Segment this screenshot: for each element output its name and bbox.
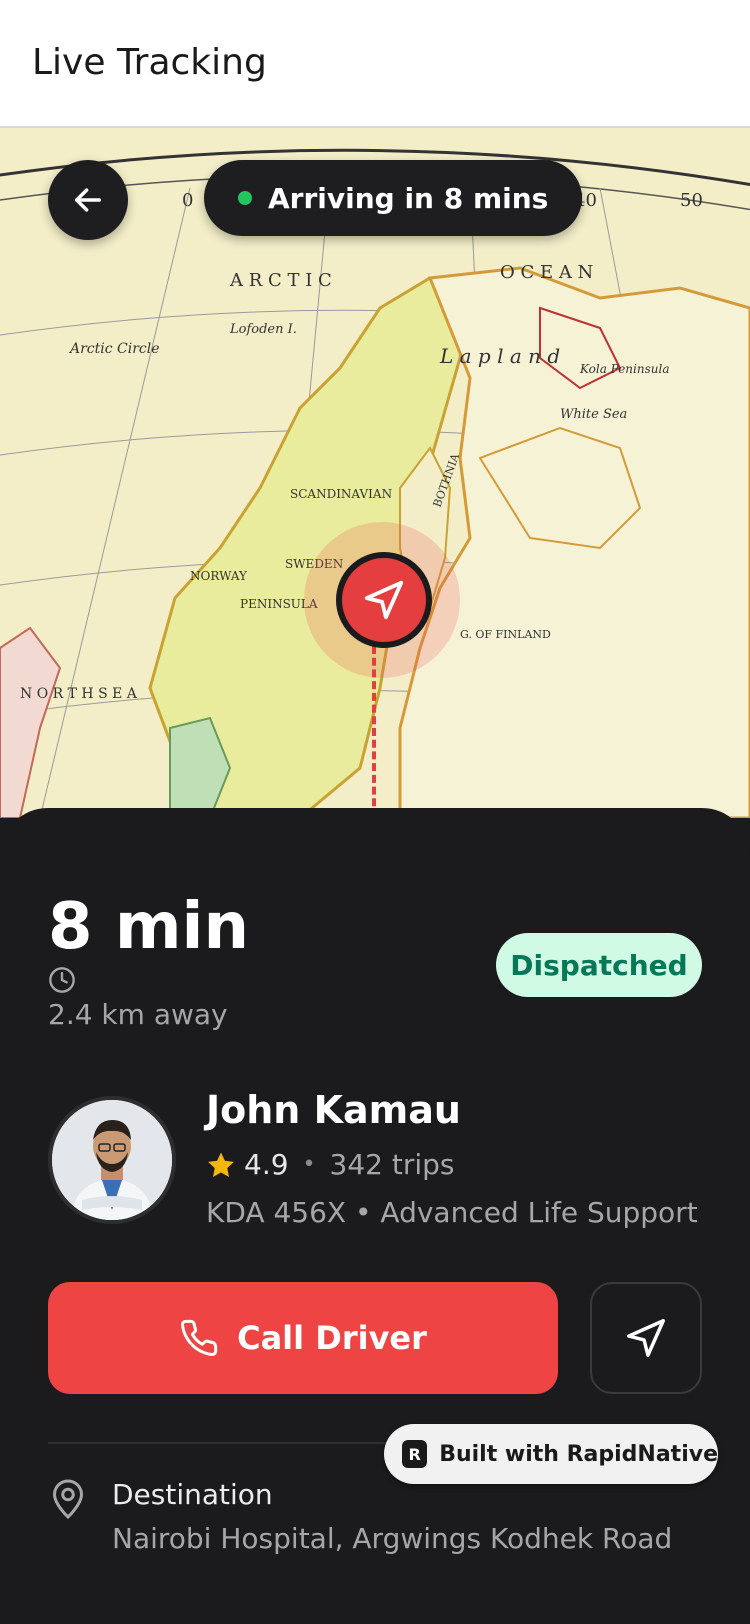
map-tick-50: 50 xyxy=(680,190,703,211)
call-driver-label: Call Driver xyxy=(237,1319,427,1357)
map-label-kola: Kola Peninsula xyxy=(579,362,669,376)
driver-rating-row: 4.9 • 342 trips xyxy=(206,1148,455,1181)
ambulance-marker[interactable] xyxy=(336,552,432,648)
map-tick-0: 0 xyxy=(182,190,193,211)
navigation-arrow-icon xyxy=(627,1319,665,1357)
navigation-arrow-icon xyxy=(364,580,404,620)
driver-rating: 4.9 xyxy=(244,1148,289,1181)
back-arrow-icon xyxy=(74,188,102,212)
vehicle-info: KDA 456X • Advanced Life Support xyxy=(206,1196,698,1229)
built-with-label: Built with RapidNative xyxy=(439,1441,718,1467)
arrival-pill: Arriving in 8 mins xyxy=(204,160,583,236)
map-label-arctic: A R C T I C xyxy=(229,270,332,291)
back-button[interactable] xyxy=(48,160,128,240)
phone-icon xyxy=(181,1319,218,1356)
destination-address: Nairobi Hospital, Argwings Kodhek Road xyxy=(112,1522,673,1555)
map-label-ocean: O C E A N xyxy=(500,262,593,283)
driver-avatar xyxy=(48,1096,176,1224)
status-badge: Dispatched xyxy=(496,933,702,997)
driver-photo xyxy=(52,1100,172,1220)
status-label: Dispatched xyxy=(510,948,688,982)
clock-icon xyxy=(49,967,75,993)
map-label-finland: G. OF FINLAND xyxy=(460,628,551,641)
map-label-white-sea: White Sea xyxy=(560,407,627,422)
rapidnative-logo-icon: R xyxy=(402,1440,428,1468)
online-status-dot xyxy=(238,191,252,205)
call-driver-button[interactable]: Call Driver xyxy=(48,1282,558,1394)
map-pin-icon xyxy=(52,1479,84,1520)
built-with-badge[interactable]: R Built with RapidNative xyxy=(384,1424,718,1484)
destination-label: Destination xyxy=(112,1478,273,1511)
map-label-lapland: L a p l a n d xyxy=(439,344,560,368)
map-label-north-sea: N O R T H S E A xyxy=(20,686,138,702)
map-label-norway: NORWAY xyxy=(190,569,248,583)
map-label-arctic-circle: Arctic Circle xyxy=(68,341,160,357)
arrival-text: Arriving in 8 mins xyxy=(268,181,549,215)
rating-separator: • xyxy=(302,1152,316,1177)
driver-trip-count: 342 trips xyxy=(329,1148,455,1181)
eta-minutes: 8 min xyxy=(48,890,249,964)
map-label-scandinavian: SCANDINAVIAN xyxy=(290,487,392,501)
distance-away: 2.4 km away xyxy=(48,998,228,1031)
star-icon xyxy=(208,1152,234,1177)
driver-name: John Kamau xyxy=(206,1088,461,1132)
map-label-lofoden: Lofoden I. xyxy=(229,322,297,337)
app-header: Live Tracking xyxy=(0,0,750,128)
navigate-button[interactable] xyxy=(590,1282,702,1394)
page-title: Live Tracking xyxy=(32,42,267,83)
route-line xyxy=(372,646,376,818)
